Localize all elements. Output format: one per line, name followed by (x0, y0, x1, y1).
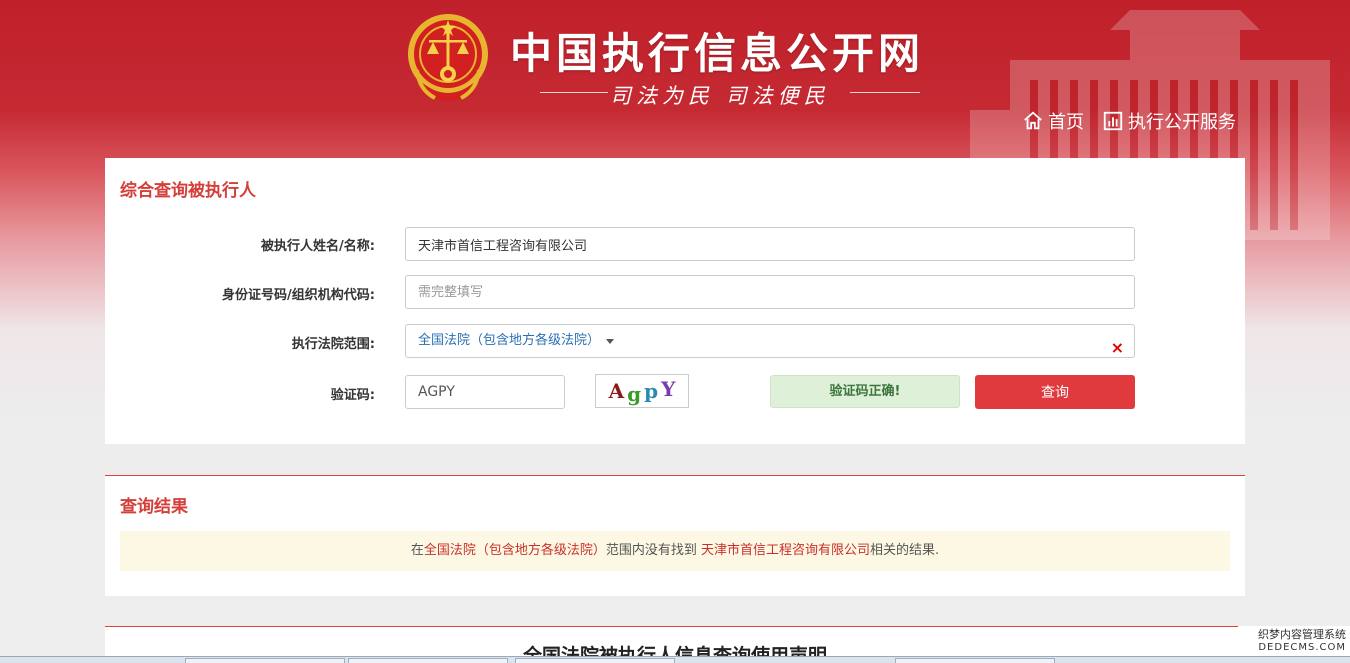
court-emblem-icon (408, 14, 488, 101)
chevron-down-icon (606, 338, 615, 344)
home-icon (1024, 111, 1042, 130)
taskbar-button[interactable] (515, 658, 675, 663)
captcha-char: p (644, 379, 659, 403)
taskbar-button[interactable] (185, 658, 345, 663)
slogan-divider-left (540, 92, 608, 93)
id-input[interactable] (405, 275, 1135, 309)
search-panel-title: 综合查询被执行人 (120, 181, 256, 201)
watermark-line2: DEDECMS.COM (1258, 642, 1346, 653)
court-select-value: 全国法院（包含地方各级法院） (418, 333, 601, 348)
site-header: 中国执行信息公开网 司法为民 司法便民 首页 执行公开服务 (0, 0, 1350, 240)
result-middle: 范围内没有找到 (605, 543, 701, 558)
captcha-char: Y (661, 377, 676, 401)
result-scope: 全国法院（包含地方各级法院） (423, 543, 606, 558)
captcha-image[interactable]: A g p Y (595, 374, 689, 408)
result-suffix: 相关的结果. (870, 543, 940, 558)
taskbar (0, 656, 1350, 663)
clear-icon[interactable]: × (1111, 332, 1124, 364)
court-select[interactable]: 全国法院（包含地方各级法院） × (405, 324, 1135, 358)
name-label: 被执行人姓名/名称: (261, 239, 375, 254)
captcha-char: A (608, 379, 625, 403)
search-button[interactable]: 查询 (975, 375, 1135, 409)
captcha-label: 验证码: (330, 388, 375, 403)
search-panel: 综合查询被执行人 被执行人姓名/名称: 身份证号码/组织机构代码: 执行法院范围… (105, 158, 1245, 444)
result-prefix: 在 (410, 543, 424, 558)
captcha-char: g (627, 382, 642, 406)
nav-home[interactable]: 首页 (1022, 108, 1084, 134)
bar-chart-icon (1103, 111, 1123, 131)
site-slogan: 司法为民 司法便民 (540, 78, 920, 108)
taskbar-button[interactable] (895, 658, 1055, 663)
id-label: 身份证号码/组织机构代码: (222, 288, 375, 303)
nav-home-label: 首页 (1048, 112, 1084, 133)
court-label: 执行法院范围: (291, 337, 375, 352)
top-nav: 首页 执行公开服务 (1022, 108, 1236, 134)
captcha-status-badge: 验证码正确! (770, 375, 960, 408)
watermark: 织梦内容管理系统 DEDECMS.COM (1238, 626, 1350, 656)
result-panel: 查询结果 在全国法院（包含地方各级法院）范围内没有找到 天津市首信工程咨询有限公… (105, 475, 1245, 596)
result-message: 在全国法院（包含地方各级法院）范围内没有找到 天津市首信工程咨询有限公司相关的结… (120, 531, 1230, 571)
nav-services-label: 执行公开服务 (1128, 112, 1236, 133)
watermark-line1: 织梦内容管理系统 (1258, 628, 1346, 641)
nav-enforcement-services[interactable]: 执行公开服务 (1102, 108, 1236, 134)
result-panel-title: 查询结果 (120, 497, 188, 517)
captcha-input[interactable] (405, 375, 565, 409)
result-name: 天津市首信工程咨询有限公司 (701, 543, 871, 558)
site-title: 中国执行信息公开网 (510, 29, 925, 78)
taskbar-button[interactable] (348, 658, 508, 663)
name-input[interactable] (405, 227, 1135, 261)
slogan-divider-right (850, 92, 920, 93)
slogan-text: 司法为民 司法便民 (610, 84, 830, 108)
